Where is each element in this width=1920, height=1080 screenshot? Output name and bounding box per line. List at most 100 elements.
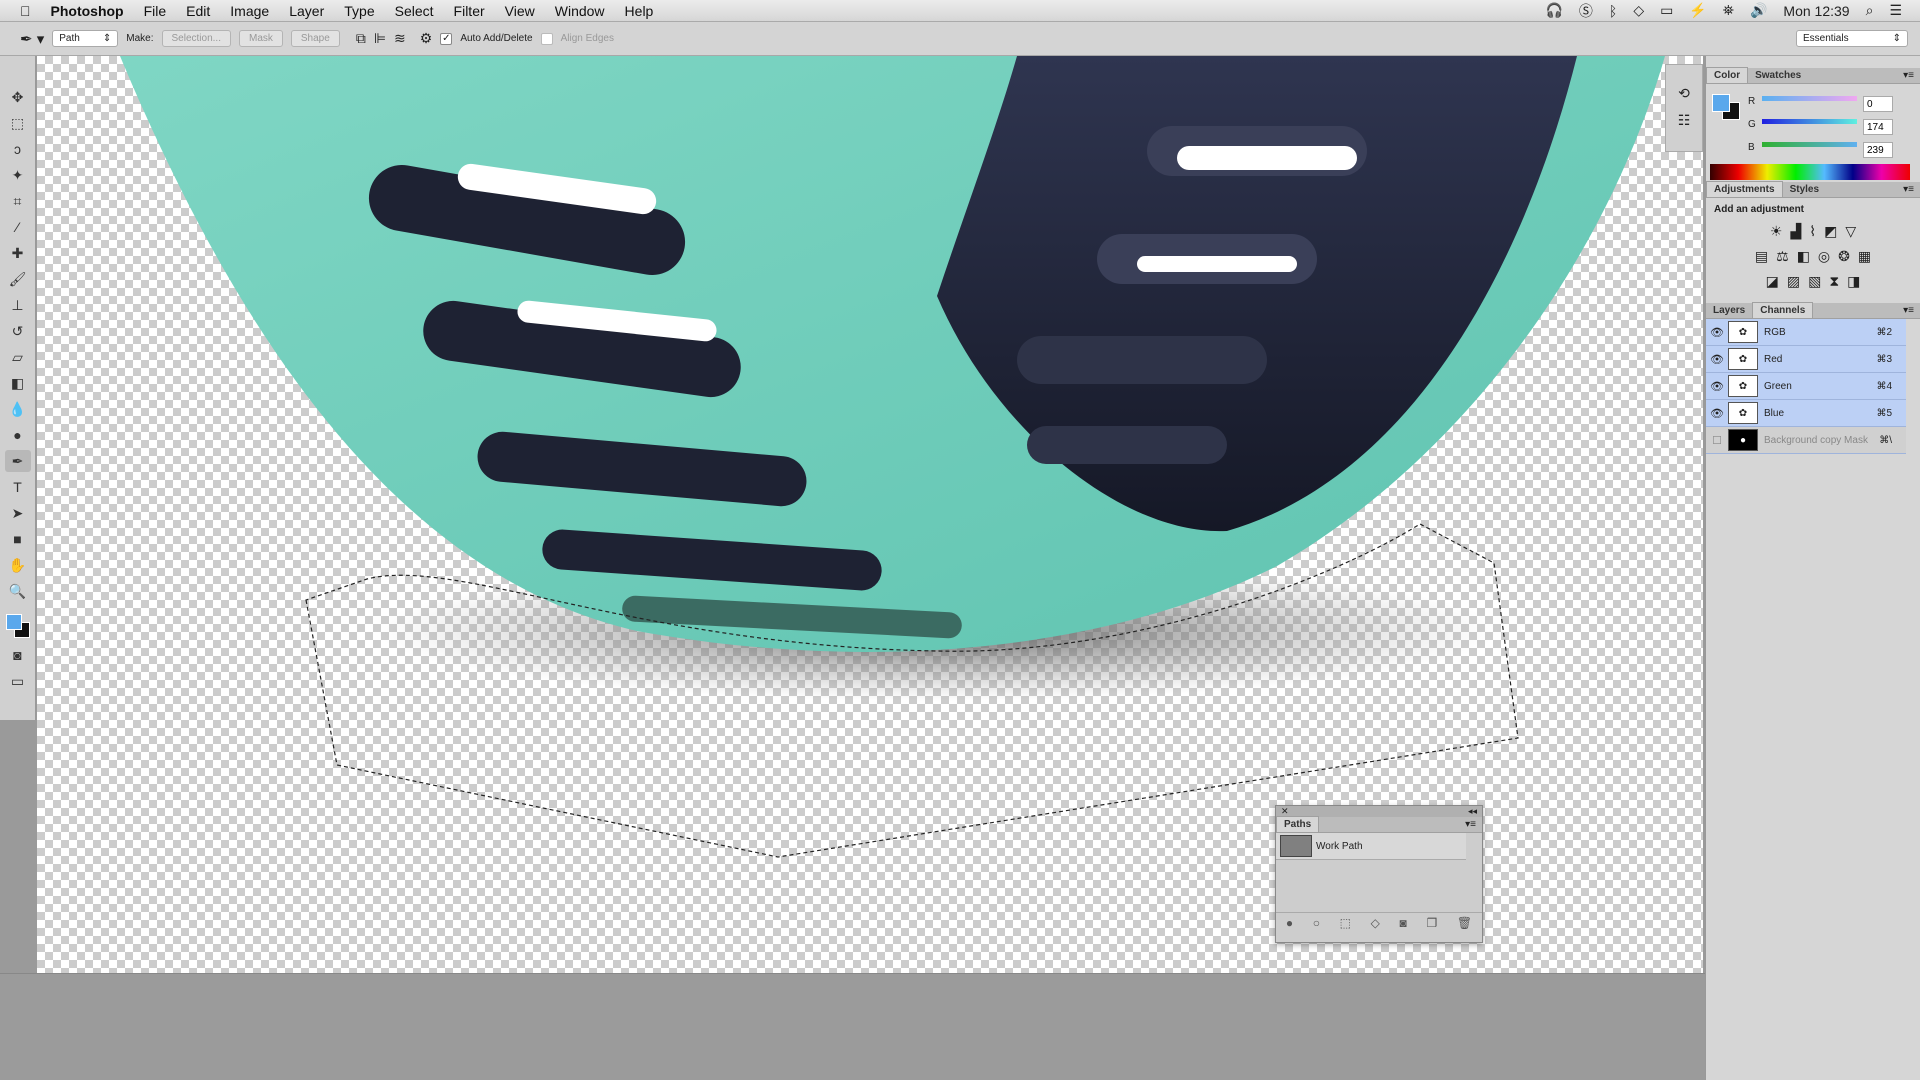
channel-row-red[interactable]: 👁 ✿ Red ⌘3: [1706, 346, 1906, 373]
battery-meter-icon[interactable]: ▭: [1660, 2, 1673, 19]
menu-window[interactable]: Window: [545, 3, 615, 19]
binoculars-icon[interactable]: ⛯: [1723, 2, 1734, 19]
hand-tool-icon[interactable]: ✋: [5, 554, 31, 576]
screen-mode-icon[interactable]: ▭: [5, 670, 31, 692]
channel-row-green[interactable]: 👁 ✿ Green ⌘4: [1706, 373, 1906, 400]
menu-file[interactable]: File: [134, 3, 177, 19]
r-slider[interactable]: [1762, 96, 1857, 101]
vibrance-icon[interactable]: ▽: [1845, 223, 1856, 240]
visibility-eye-icon[interactable]: 👁: [1706, 326, 1728, 339]
stroke-path-icon[interactable]: ○: [1313, 916, 1320, 930]
black-white-icon[interactable]: ◧: [1797, 248, 1810, 265]
tab-paths[interactable]: Paths: [1276, 816, 1320, 832]
menu-help[interactable]: Help: [615, 3, 664, 19]
rectangle-tool-icon[interactable]: ■: [5, 528, 31, 550]
move-tool-icon[interactable]: ✥: [5, 86, 31, 108]
visibility-toggle[interactable]: ☐: [1706, 434, 1728, 447]
menu-view[interactable]: View: [495, 3, 545, 19]
tab-color[interactable]: Color: [1706, 67, 1749, 83]
crop-tool-icon[interactable]: ⌗: [5, 190, 31, 212]
gradient-tool-icon[interactable]: ◧: [5, 372, 31, 394]
visibility-eye-icon[interactable]: 👁: [1706, 353, 1728, 366]
tab-styles[interactable]: Styles: [1783, 182, 1826, 197]
pen-tool-icon[interactable]: ✒: [4, 450, 31, 472]
path-operations-icon[interactable]: ⧉: [356, 30, 366, 47]
g-value-field[interactable]: [1863, 119, 1893, 135]
quick-mask-icon[interactable]: ◙: [5, 644, 31, 666]
b-value-field[interactable]: [1863, 142, 1893, 158]
fill-path-icon[interactable]: ●: [1286, 916, 1293, 930]
make-shape-button[interactable]: Shape: [290, 30, 340, 47]
g-slider[interactable]: [1762, 119, 1857, 124]
visibility-eye-icon[interactable]: 👁: [1706, 407, 1728, 420]
menu-image[interactable]: Image: [220, 3, 279, 19]
menu-select[interactable]: Select: [385, 3, 444, 19]
path-alignment-icon[interactable]: ⊫: [374, 30, 386, 47]
stamp-tool-icon[interactable]: ⊥: [5, 294, 31, 316]
bluetooth-icon[interactable]: ᛒ: [1609, 3, 1617, 19]
b-slider[interactable]: [1762, 142, 1857, 147]
volume-icon[interactable]: 🔊: [1750, 2, 1767, 19]
panel-menu-icon[interactable]: ▾≡: [1903, 305, 1914, 316]
lasso-tool-icon[interactable]: ↄ: [5, 138, 31, 160]
auto-add-delete-checkbox[interactable]: ✓: [440, 32, 453, 45]
photo-filter-icon[interactable]: ◎: [1818, 248, 1830, 265]
gear-icon[interactable]: ⚙: [420, 30, 433, 47]
dodge-tool-icon[interactable]: ●: [5, 424, 31, 446]
zoom-tool-icon[interactable]: 🔍: [5, 580, 31, 602]
healing-tool-icon[interactable]: ✚: [5, 242, 31, 264]
path-arrangement-icon[interactable]: ≋: [394, 30, 406, 47]
color-balance-icon[interactable]: ⚖: [1776, 248, 1789, 265]
wifi-icon[interactable]: ◇: [1633, 2, 1644, 19]
eraser-tool-icon[interactable]: ▱: [5, 346, 31, 368]
hue-saturation-icon[interactable]: ▤: [1755, 248, 1768, 265]
eyedropper-tool-icon[interactable]: ⁄: [5, 216, 31, 238]
blur-tool-icon[interactable]: 💧: [5, 398, 31, 420]
channel-row-blue[interactable]: 👁 ✿ Blue ⌘5: [1706, 400, 1906, 427]
menu-filter[interactable]: Filter: [444, 3, 495, 19]
brush-tool-icon[interactable]: 🖌: [5, 268, 31, 290]
tab-layers[interactable]: Layers: [1706, 303, 1752, 318]
color-swatches[interactable]: [4, 612, 32, 640]
workspace-select[interactable]: Essentials ⇕: [1796, 30, 1908, 47]
trash-icon[interactable]: 🗑: [1457, 916, 1472, 930]
make-mask-button[interactable]: Mask: [238, 30, 283, 47]
panel-menu-icon[interactable]: ▾≡: [1465, 819, 1476, 830]
menu-type[interactable]: Type: [334, 3, 384, 19]
path-item-work-path[interactable]: Work Path: [1276, 833, 1466, 860]
history-brush-tool-icon[interactable]: ↺: [5, 320, 31, 342]
new-path-icon[interactable]: ❐: [1426, 916, 1437, 930]
marquee-tool-icon[interactable]: ⬚: [5, 112, 31, 134]
brightness-icon[interactable]: ☀: [1770, 223, 1783, 240]
channel-row-rgb[interactable]: 👁 ✿ RGB ⌘2: [1706, 319, 1906, 346]
channel-row-mask[interactable]: ☐ ● Background copy Mask ⌘\: [1706, 427, 1906, 454]
load-selection-icon[interactable]: ⬚: [1340, 916, 1351, 930]
channel-mixer-icon[interactable]: ❂: [1838, 248, 1850, 265]
color-lookup-icon[interactable]: ▦: [1858, 248, 1871, 265]
path-select-tool-icon[interactable]: ➤: [5, 502, 31, 524]
collapse-icon[interactable]: ◂◂: [1468, 806, 1477, 817]
panel-menu-icon[interactable]: ▾≡: [1903, 184, 1914, 195]
menu-edit[interactable]: Edit: [176, 3, 220, 19]
tab-swatches[interactable]: Swatches: [1748, 68, 1808, 83]
align-edges-checkbox[interactable]: [540, 32, 553, 45]
foreground-color-chip[interactable]: [1712, 94, 1730, 112]
battery-icon[interactable]: ⚡: [1689, 2, 1706, 19]
history-icon[interactable]: ⟲: [1678, 85, 1690, 102]
pen-tool-preset-icon[interactable]: ✒ ▾: [20, 30, 44, 48]
quick-select-tool-icon[interactable]: ✦: [5, 164, 31, 186]
tab-channels[interactable]: Channels: [1752, 302, 1814, 318]
color-spectrum-ramp[interactable]: [1710, 164, 1910, 180]
invert-icon[interactable]: ◪: [1766, 273, 1779, 290]
visibility-eye-icon[interactable]: 👁: [1706, 380, 1728, 393]
type-tool-icon[interactable]: T: [5, 476, 31, 498]
posterize-icon[interactable]: ▨: [1787, 273, 1800, 290]
add-mask-icon[interactable]: ◙: [1400, 916, 1407, 930]
r-value-field[interactable]: [1863, 96, 1893, 112]
menu-app[interactable]: Photoshop: [41, 3, 134, 19]
tab-adjustments[interactable]: Adjustments: [1706, 181, 1783, 197]
exposure-icon[interactable]: ◩: [1824, 223, 1837, 240]
clock[interactable]: Mon 12:39: [1783, 3, 1849, 19]
properties-icon[interactable]: ☷: [1678, 112, 1691, 129]
notification-list-icon[interactable]: ☰: [1889, 2, 1902, 19]
